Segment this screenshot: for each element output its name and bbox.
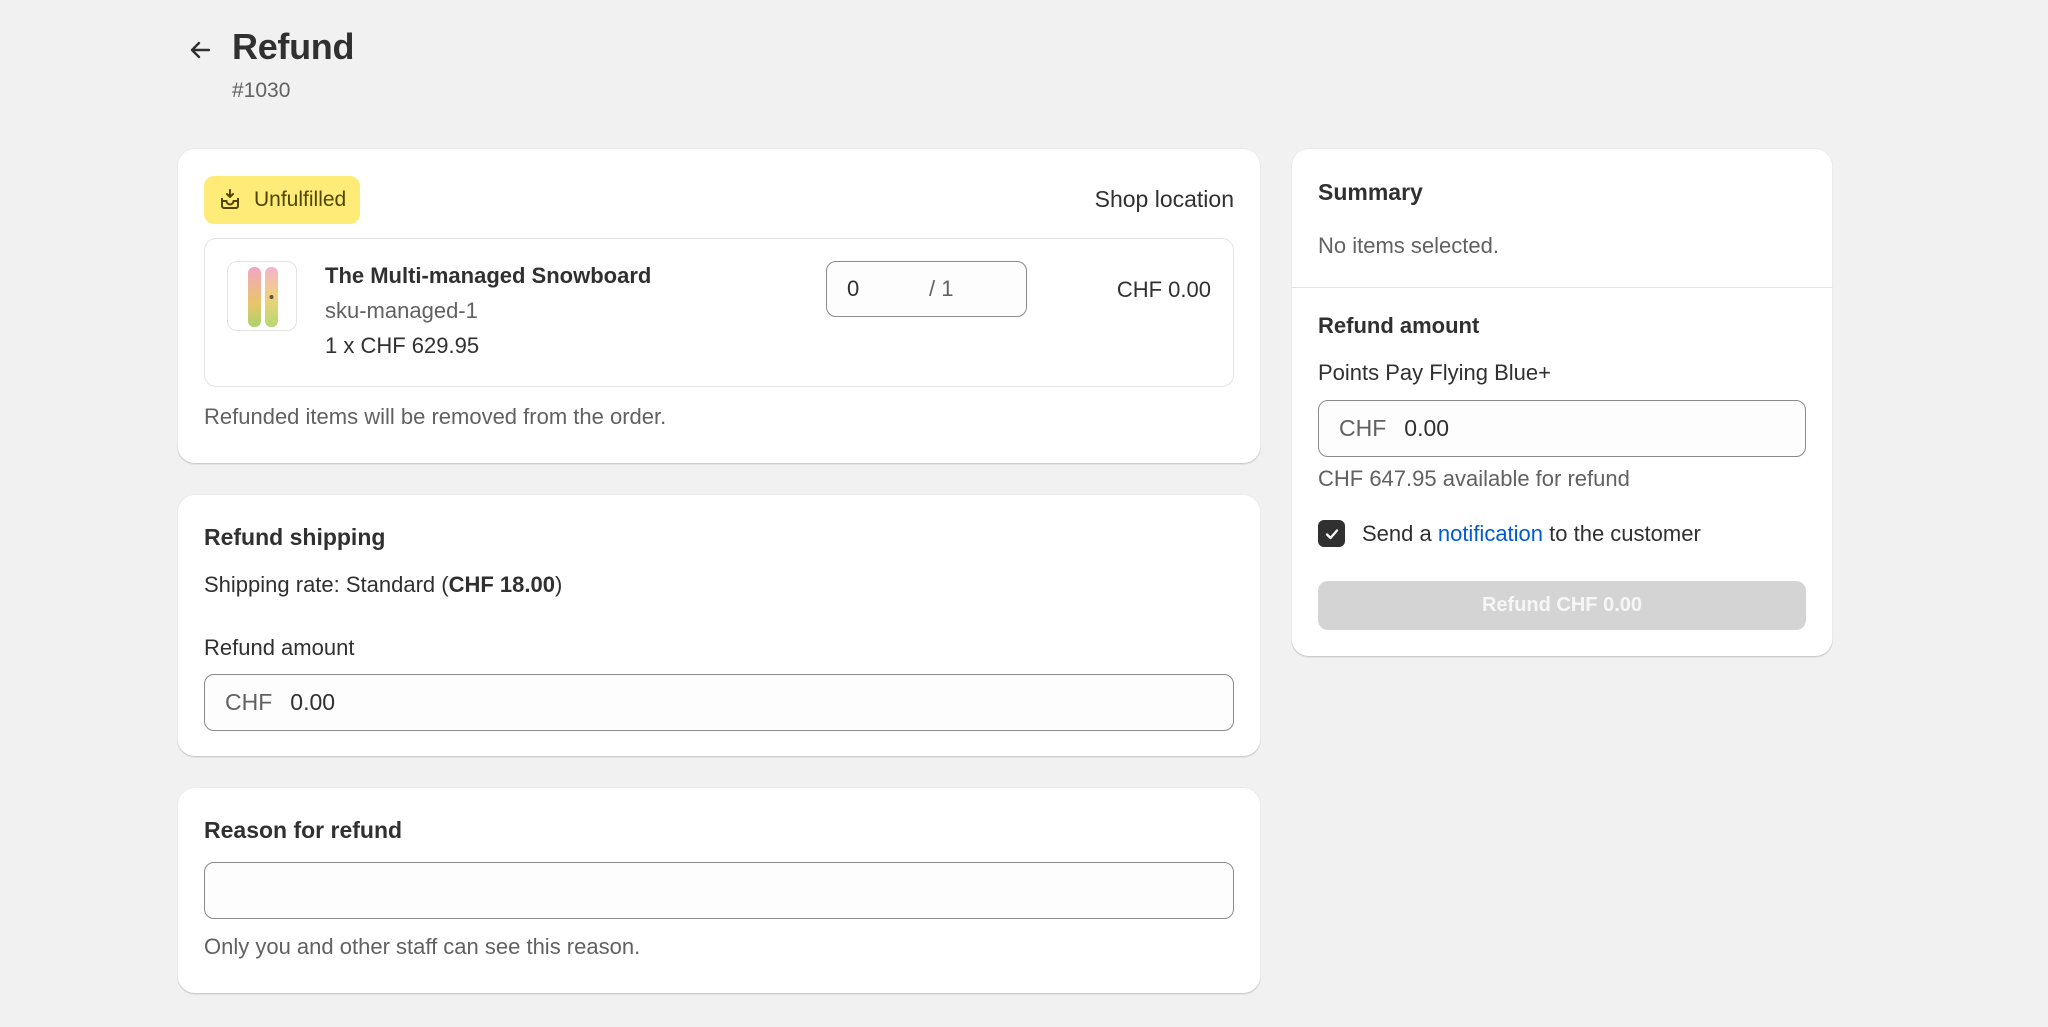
shipping-amount-label: Refund amount: [204, 635, 355, 660]
arrow-left-icon: [190, 41, 211, 59]
product-thumbnail: [227, 261, 297, 331]
items-help-text: Refunded items will be removed from the …: [204, 404, 667, 429]
quantity-value[interactable]: 0: [847, 276, 929, 302]
shipping-rate-suffix: ): [555, 572, 563, 597]
summary-divider: [1291, 287, 1833, 288]
line-total: CHF 0.00: [1116, 277, 1211, 302]
refund-page: Refund #1030 Unfulfilled Shop location T…: [0, 0, 2048, 1027]
summary-heading: Summary: [1318, 179, 1423, 205]
currency-prefix: CHF: [1339, 415, 1387, 441]
notification-link[interactable]: notification: [1438, 521, 1543, 546]
items-card: Unfulfilled Shop location The Multi-mana…: [177, 148, 1261, 464]
status-badge: Unfulfilled: [204, 176, 361, 224]
refund-amount-heading: Refund amount: [1318, 313, 1480, 338]
notify-checkbox[interactable]: [1318, 520, 1345, 547]
shipping-rate-amount: CHF 18.00: [448, 572, 555, 597]
shipping-heading: Refund shipping: [204, 524, 386, 550]
notify-label: Send a notification to the customer: [1362, 521, 1701, 547]
back-button[interactable]: [180, 30, 220, 70]
notify-prefix: Send a: [1362, 520, 1438, 546]
shipping-refund-amount-field[interactable]: CHF 0.00: [204, 674, 1234, 731]
summary-amount-value[interactable]: 0.00: [1404, 415, 1449, 442]
line-item: The Multi-managed Snowboard sku-managed-…: [204, 238, 1234, 387]
summary-empty-text: No items selected.: [1318, 233, 1499, 258]
summary-card: Summary No items selected. Refund amount…: [1291, 148, 1833, 657]
shop-location: Shop location: [1094, 186, 1234, 212]
quantity-input[interactable]: 0 / 1: [826, 261, 1027, 317]
notify-customer-row: Send a notification to the customer: [1318, 520, 1701, 547]
reason-heading: Reason for refund: [204, 817, 403, 843]
shipping-amount-value[interactable]: 0.00: [290, 689, 335, 716]
notify-suffix: to the customer: [1543, 520, 1701, 546]
quantity-total: / 1: [929, 276, 954, 301]
shipping-rate: Shipping rate: Standard (CHF 18.00): [204, 572, 562, 598]
product-sku: sku-managed-1: [325, 298, 478, 323]
shipping-rate-prefix: Shipping rate: Standard (: [204, 572, 449, 597]
checkmark-icon: [1325, 528, 1338, 539]
inbox-icon: [221, 189, 239, 209]
product-price: 1 x CHF 629.95: [325, 333, 480, 358]
currency-prefix: CHF: [225, 689, 273, 715]
snowboard-thumbnail: [248, 267, 278, 327]
order-number: #1030: [232, 79, 291, 102]
refund-shipping-card: Refund shipping Shipping rate: Standard …: [177, 494, 1261, 757]
product-title[interactable]: The Multi-managed Snowboard: [325, 263, 651, 289]
available-for-refund: CHF 647.95 available for refund: [1318, 466, 1630, 491]
page-title: Refund: [232, 26, 355, 67]
reason-input[interactable]: [204, 862, 1234, 919]
reason-help-text: Only you and other staff can see this re…: [204, 934, 641, 959]
refund-button[interactable]: Refund CHF 0.00: [1318, 581, 1806, 630]
reason-card: Reason for refund Only you and other sta…: [177, 787, 1261, 994]
summary-refund-amount-field[interactable]: CHF 0.00: [1318, 400, 1806, 457]
payment-method: Points Pay Flying Blue+: [1318, 360, 1551, 385]
status-badge-label: Unfulfilled: [254, 188, 347, 211]
